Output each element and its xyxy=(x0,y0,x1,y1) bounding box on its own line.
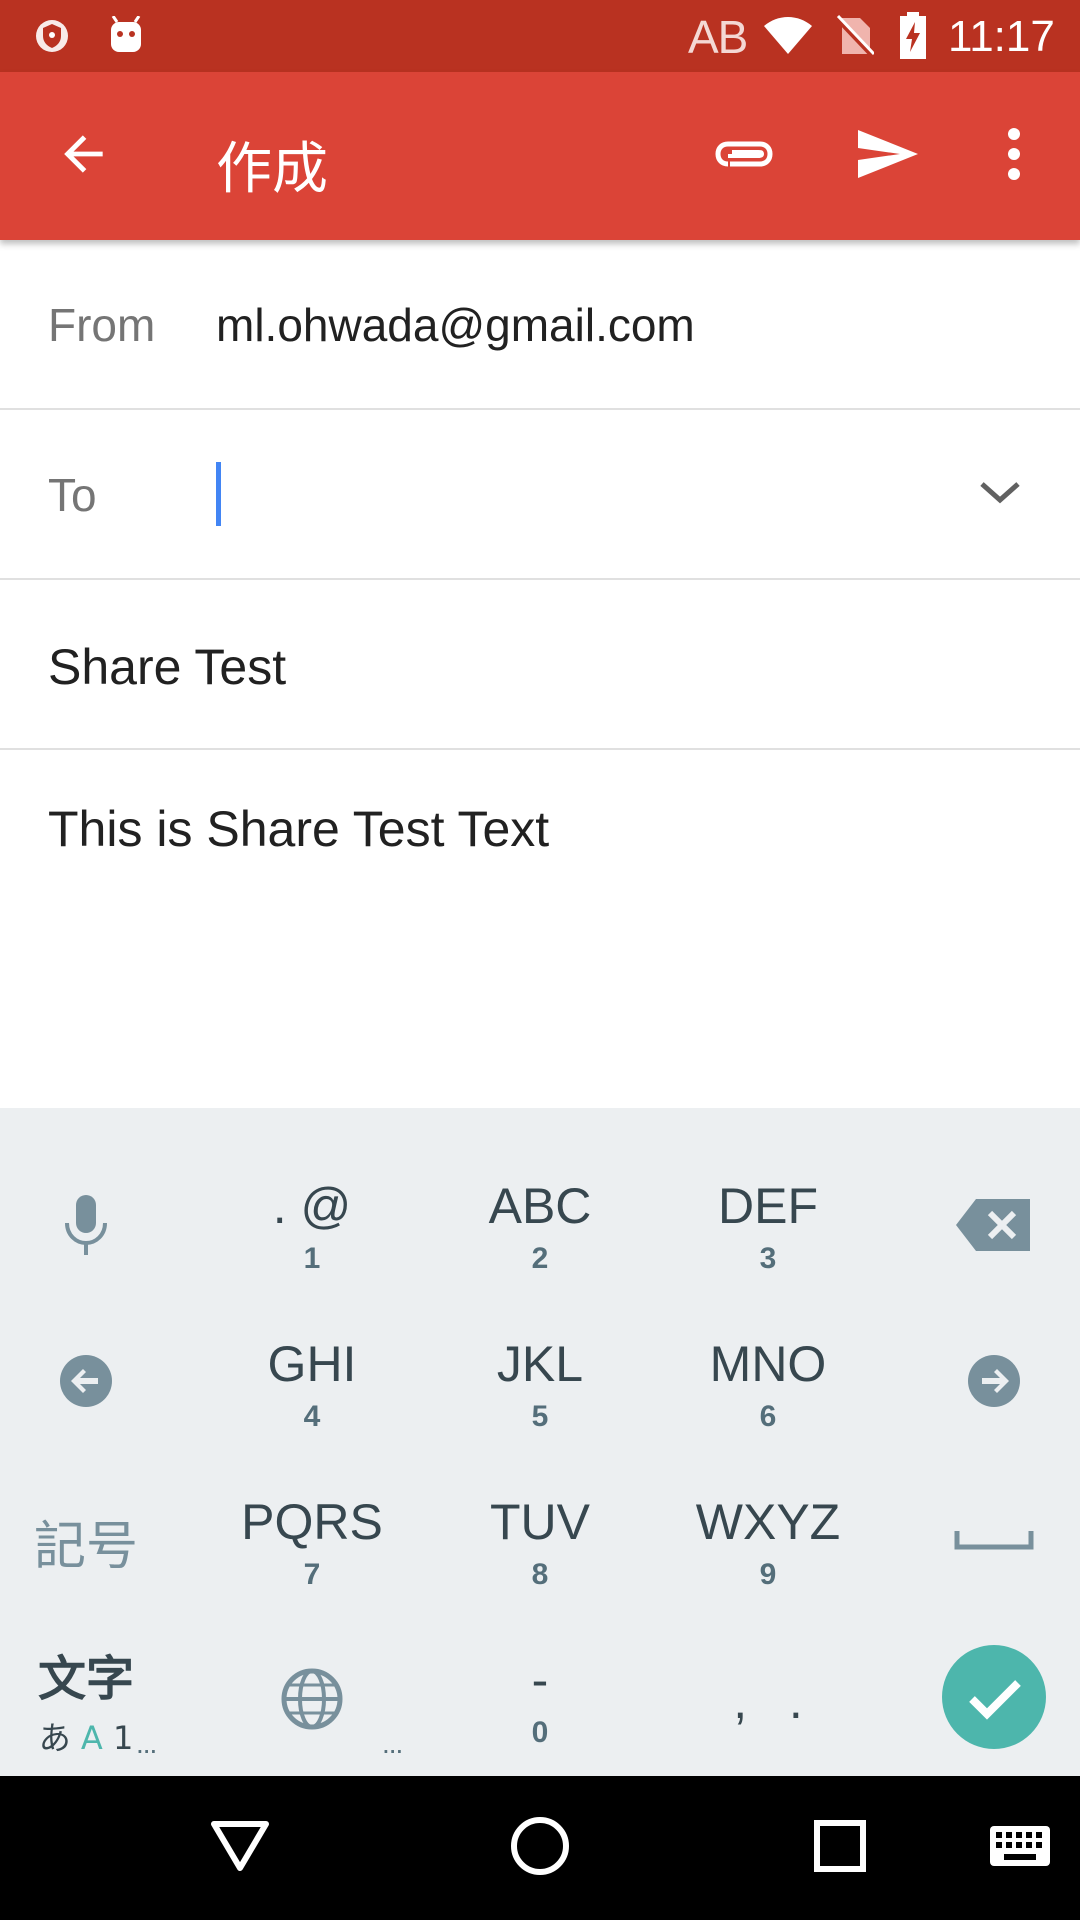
page-title: 作成 xyxy=(216,137,328,202)
expand-recipients-button[interactable] xyxy=(960,454,1040,534)
key-7[interactable]: PQRS 7 xyxy=(198,1468,426,1618)
more-options-button[interactable] xyxy=(972,114,1056,198)
navigation-bar xyxy=(0,1776,1080,1920)
globe-icon xyxy=(280,1667,344,1736)
more-vert-icon xyxy=(1006,127,1022,185)
back-triangle-icon xyxy=(210,1820,270,1877)
arrow-left-circle-icon xyxy=(58,1353,114,1414)
clock: 11:17 xyxy=(948,12,1055,61)
body-field[interactable]: This is Share Test Text xyxy=(48,800,549,858)
from-account[interactable]: ml.ohwada@gmail.com xyxy=(216,298,695,352)
subject-field[interactable]: Share Test xyxy=(48,638,286,696)
arrow-right-circle-icon xyxy=(966,1353,1022,1414)
microphone-icon xyxy=(61,1193,111,1262)
paperclip-icon xyxy=(712,134,776,179)
key-4[interactable]: GHI 4 xyxy=(198,1310,426,1460)
to-row[interactable]: To xyxy=(0,410,1080,580)
key-5[interactable]: JKL 5 xyxy=(426,1310,654,1460)
backspace-key[interactable] xyxy=(908,1152,1080,1302)
nav-recents-button[interactable] xyxy=(790,1798,890,1898)
vpn-shield-icon xyxy=(30,14,74,58)
space-key[interactable] xyxy=(908,1466,1080,1616)
attach-button[interactable] xyxy=(702,114,786,198)
to-label: To xyxy=(48,469,97,521)
send-icon xyxy=(856,126,920,187)
body-area[interactable]: This is Share Test Text xyxy=(0,750,1080,1108)
back-button[interactable] xyxy=(42,114,126,198)
battery-charging-icon xyxy=(898,12,928,59)
backspace-icon xyxy=(954,1195,1034,1260)
nav-back-button[interactable] xyxy=(190,1798,290,1898)
check-icon xyxy=(940,1643,1048,1756)
key-6[interactable]: MNO 6 xyxy=(654,1310,882,1460)
cursor-left-key[interactable] xyxy=(0,1308,172,1458)
space-bar-icon xyxy=(954,1527,1034,1556)
send-button[interactable] xyxy=(846,114,930,198)
compose-toolbar: 作成 xyxy=(0,72,1080,240)
mode-hiragana: あ xyxy=(38,1719,71,1757)
key-0[interactable]: - 0 xyxy=(426,1626,654,1776)
switch-ime-button[interactable] xyxy=(970,1798,1070,1898)
key-2[interactable]: ABC 2 xyxy=(426,1152,654,1302)
enter-key[interactable] xyxy=(908,1624,1080,1774)
chevron-down-icon xyxy=(978,478,1022,511)
from-row[interactable]: From ml.ohwada@gmail.com xyxy=(0,240,1080,410)
mode-number: 1 xyxy=(112,1719,134,1757)
wifi-icon xyxy=(762,14,814,58)
voice-input-key[interactable] xyxy=(0,1152,172,1302)
key-8[interactable]: TUV 8 xyxy=(426,1468,654,1618)
mode-alpha: A xyxy=(80,1719,103,1757)
recents-square-icon xyxy=(814,1819,866,1877)
android-debug-icon xyxy=(104,14,148,58)
cursor-right-key[interactable] xyxy=(908,1308,1080,1458)
nav-home-button[interactable] xyxy=(490,1798,590,1898)
key-1[interactable]: . @ 1 xyxy=(198,1152,426,1302)
keyboard-icon xyxy=(988,1824,1052,1873)
arrow-back-icon xyxy=(56,126,112,187)
mode-key-top: 文字 xyxy=(37,1651,134,1707)
status-bar: AB 11:17 xyxy=(0,0,1080,72)
ime-indicator: AB xyxy=(688,11,748,63)
from-label: From xyxy=(48,299,156,351)
home-circle-icon xyxy=(510,1816,570,1881)
text-cursor xyxy=(216,462,221,526)
keyboard: 記号 文字 あ A 1 ... . @ 1 ABC 2 DEF 3 GHI 4 … xyxy=(0,1108,1080,1776)
symbol-key[interactable]: 記号 xyxy=(0,1466,172,1616)
key-3[interactable]: DEF 3 xyxy=(654,1152,882,1302)
globe-more-dots: ... xyxy=(382,1728,403,1759)
key-9[interactable]: WXYZ 9 xyxy=(654,1468,882,1618)
more-dots: ... xyxy=(136,1728,157,1759)
subject-row[interactable]: Share Test xyxy=(0,580,1080,750)
no-sim-icon xyxy=(832,14,876,58)
punctuation-key[interactable]: , . xyxy=(654,1626,882,1776)
